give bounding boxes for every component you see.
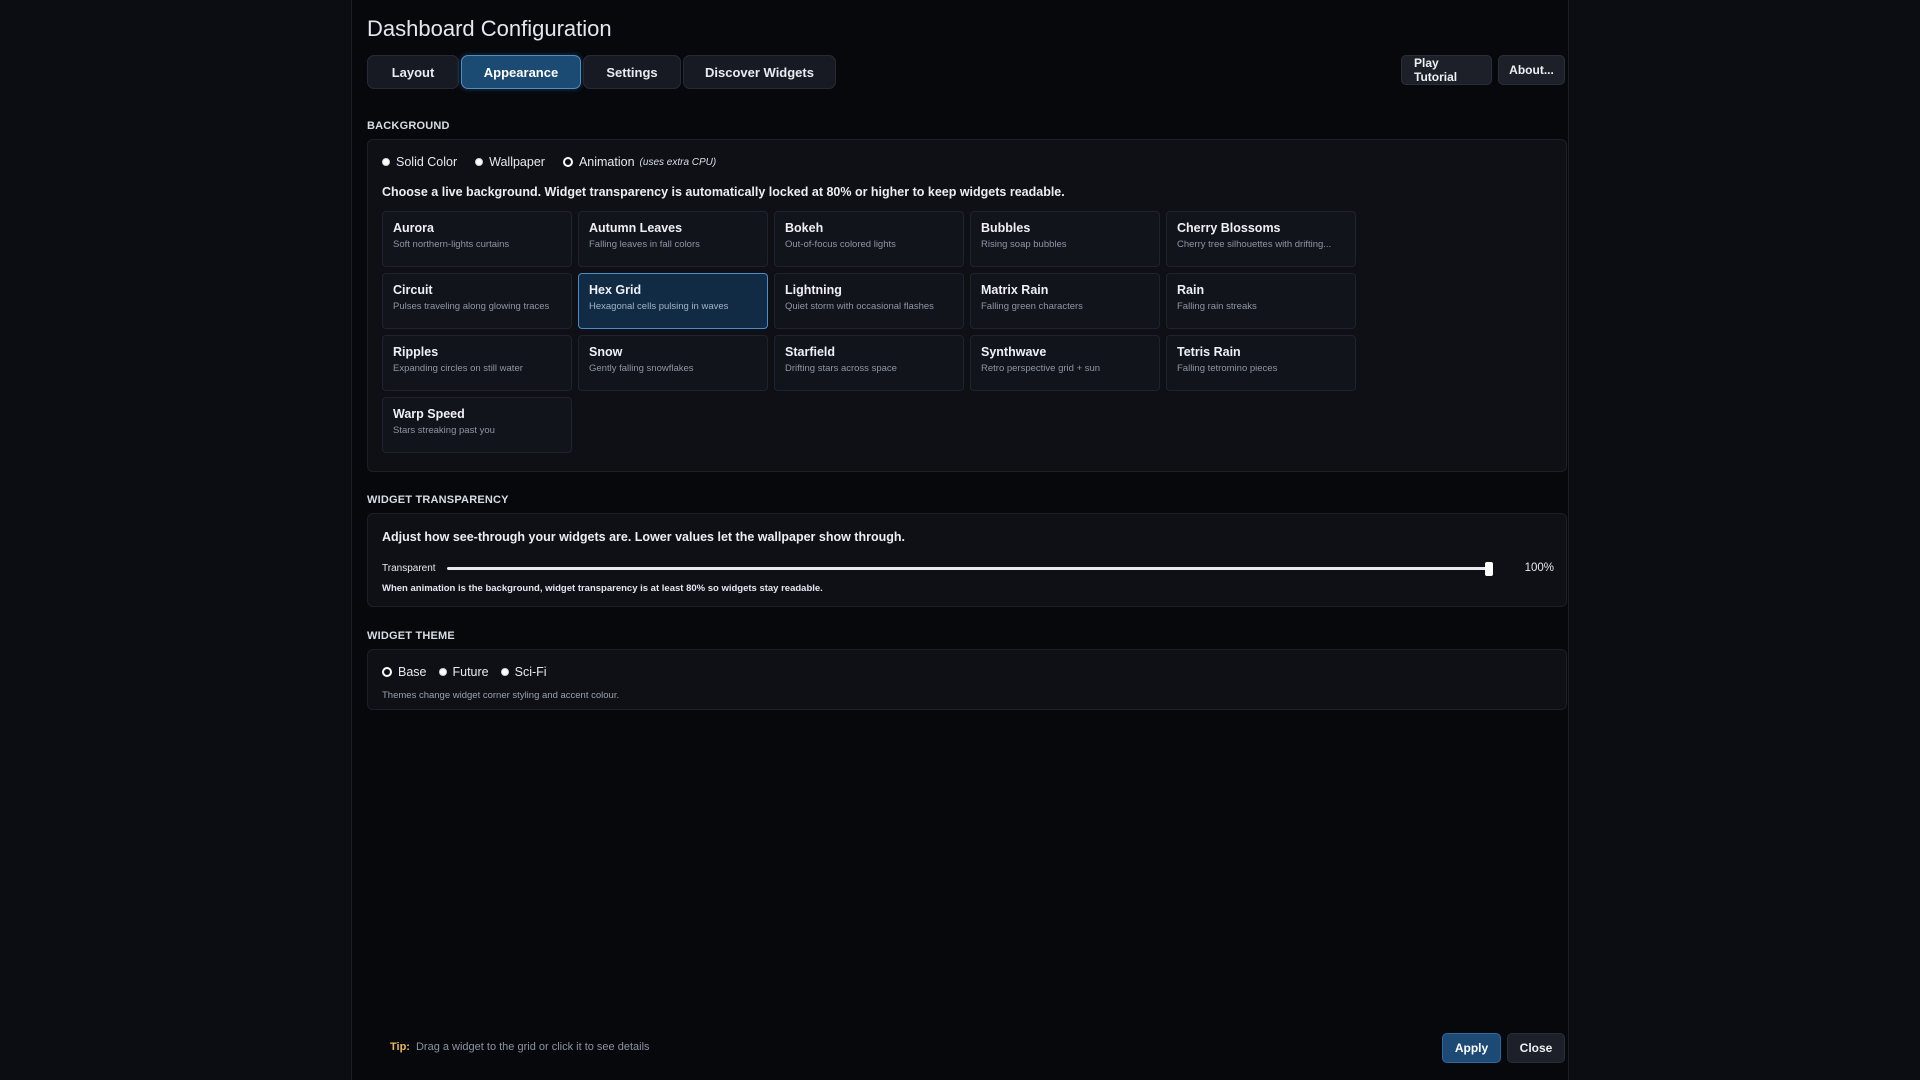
app-backdrop: Dashboard Configuration Layout Appearanc… [0,0,1920,1080]
animation-card-name: Autumn Leaves [589,221,683,235]
animation-card-ripples[interactable]: Ripples Expanding circles on still water [382,335,572,391]
animation-card-description: Rising soap bubbles [981,239,1067,250]
transparency-section: Adjust how see-through your widgets are.… [367,513,1567,607]
radio-indicator [438,668,447,676]
footer-actions: Apply Close [1436,1033,1565,1063]
animation-card-description: Falling leaves in fall colors [589,239,700,250]
transparency-value: 100% [1524,562,1554,574]
radio-indicator-checked [562,157,573,167]
radio-indicator [500,668,509,676]
theme-section: Base Future Sci-Fi Themes change widget … [367,649,1567,710]
background-description: Choose a live background. Widget transpa… [382,185,1065,199]
animation-card-hex-grid[interactable]: Hex Grid Hexagonal cells pulsing in waves [578,273,768,329]
animation-card-autumn-leaves[interactable]: Autumn Leaves Falling leaves in fall colo… [578,211,768,267]
background-section: Solid Color Wallpaper Animation (uses ex… [367,139,1567,472]
animation-card-name: Tetris Rain [1177,345,1241,359]
animation-card-bubbles[interactable]: Bubbles Rising soap bubbles [970,211,1160,267]
animation-card-description: Quiet storm with occasional flashes [785,301,934,312]
theme-section-label: WIDGET THEME [367,630,455,642]
animation-card-aurora[interactable]: Aurora Soft northern-lights curtains [382,211,572,267]
animation-grid: Aurora Soft northern-lights curtains Autum… [382,211,1356,453]
cpu-hint: (uses extra CPU) [639,156,717,168]
tab-settings[interactable]: Settings [583,55,681,89]
animation-card-circuit[interactable]: Circuit Pulses traveling along glowing tr… [382,273,572,329]
animation-card-name: Bokeh [785,221,824,235]
animation-card-name: Aurora [393,221,434,235]
theme-note: Themes change widget corner styling and … [382,690,620,701]
animation-card-name: Bubbles [981,221,1031,235]
close-button[interactable]: Close [1507,1033,1565,1063]
tip-text: Drag a widget to the grid or click it to… [415,1041,650,1053]
animation-card-name: Starfield [785,345,836,359]
animation-card-description: Pulses traveling along glowing traces [393,301,550,312]
radio-indicator-checked [382,667,392,677]
radio-indicator [475,158,484,166]
transparency-description: Adjust how see-through your widgets are.… [382,530,905,544]
slider-label: Transparent [382,563,436,574]
transparency-note: When animation is the background, widget… [382,583,823,594]
radio-solid-color[interactable]: Solid Color [382,155,457,169]
animation-card-cherry-blossoms[interactable]: Cherry Blossoms Cherry tree silhouettes w… [1166,211,1356,267]
header-actions: Play Tutorial About... [1395,55,1565,85]
transparency-slider-thumb[interactable] [1485,562,1493,576]
animation-card-snow[interactable]: Snow Gently falling snowflakes [578,335,768,391]
animation-card-name: Circuit [393,283,433,297]
radio-wallpaper[interactable]: Wallpaper [475,155,545,169]
footer-tip: Tip: Drag a widget to the grid or click i… [390,1041,650,1053]
animation-card-rain[interactable]: Rain Falling rain streaks [1166,273,1356,329]
page-title: Dashboard Configuration [367,16,612,41]
radio-theme-base[interactable]: Base [382,665,427,679]
animation-card-tetris-rain[interactable]: Tetris Rain Falling tetromino pieces [1166,335,1356,391]
radio-theme-scifi[interactable]: Sci-Fi [500,665,547,679]
animation-card-description: Soft northern-lights curtains [393,239,510,250]
radio-indicator [382,158,390,166]
animation-card-description: Out-of-focus colored lights [785,239,896,250]
tab-bar: Layout Appearance Settings Discover Widg… [367,55,838,89]
tab-layout[interactable]: Layout [367,55,459,89]
animation-card-name: Matrix Rain [981,283,1049,297]
radio-theme-future[interactable]: Future [438,665,489,679]
animation-card-description: Falling tetromino pieces [1177,363,1278,374]
animation-card-name: Lightning [785,283,842,297]
transparency-section-label: WIDGET TRANSPARENCY [367,494,509,506]
animation-card-name: Rain [1177,283,1205,297]
animation-card-description: Gently falling snowflakes [589,363,694,374]
animation-card-description: Falling rain streaks [1177,301,1257,312]
animation-card-lightning[interactable]: Lightning Quiet storm with occasional fla… [774,273,964,329]
theme-radios: Base Future Sci-Fi [382,665,565,679]
animation-card-synthwave[interactable]: Synthwave Retro perspective grid + sun [970,335,1160,391]
tip-label: Tip: [390,1041,410,1053]
animation-card-description: Hexagonal cells pulsing in waves [589,301,729,312]
animation-card-warp-speed[interactable]: Warp Speed Stars streaking past you [382,397,572,453]
transparency-slider-track[interactable] [447,562,1493,576]
animation-card-matrix-rain[interactable]: Matrix Rain Falling green characters [970,273,1160,329]
animation-card-name: Synthwave [981,345,1047,359]
apply-button[interactable]: Apply [1442,1033,1501,1063]
animation-card-description: Expanding circles on still water [393,363,523,374]
animation-card-name: Snow [589,345,623,359]
animation-card-description: Retro perspective grid + sun [981,363,1101,374]
play-tutorial-button[interactable]: Play Tutorial [1401,55,1492,85]
background-type-radios: Solid Color Wallpaper Animation (uses ex… [382,155,734,169]
animation-card-description: Falling green characters [981,301,1083,312]
animation-card-name: Ripples [393,345,439,359]
animation-card-bokeh[interactable]: Bokeh Out-of-focus colored lights [774,211,964,267]
animation-card-name: Warp Speed [393,407,465,421]
animation-card-description: Cherry tree silhouettes with drifting... [1177,239,1332,250]
animation-card-starfield[interactable]: Starfield Drifting stars across space [774,335,964,391]
tab-appearance[interactable]: Appearance [461,55,581,89]
background-section-label: BACKGROUND [367,120,450,132]
tab-discover-widgets[interactable]: Discover Widgets [683,55,836,89]
animation-card-name: Hex Grid [589,283,642,297]
about-button[interactable]: About... [1498,55,1565,85]
animation-card-description: Stars streaking past you [393,425,495,436]
animation-card-description: Drifting stars across space [785,363,897,374]
radio-animation[interactable]: Animation (uses extra CPU) [562,155,717,169]
config-panel: Dashboard Configuration Layout Appearanc… [351,0,1569,1080]
animation-card-name: Cherry Blossoms [1177,221,1281,235]
transparency-slider-row: Transparent 100% [382,561,1554,577]
